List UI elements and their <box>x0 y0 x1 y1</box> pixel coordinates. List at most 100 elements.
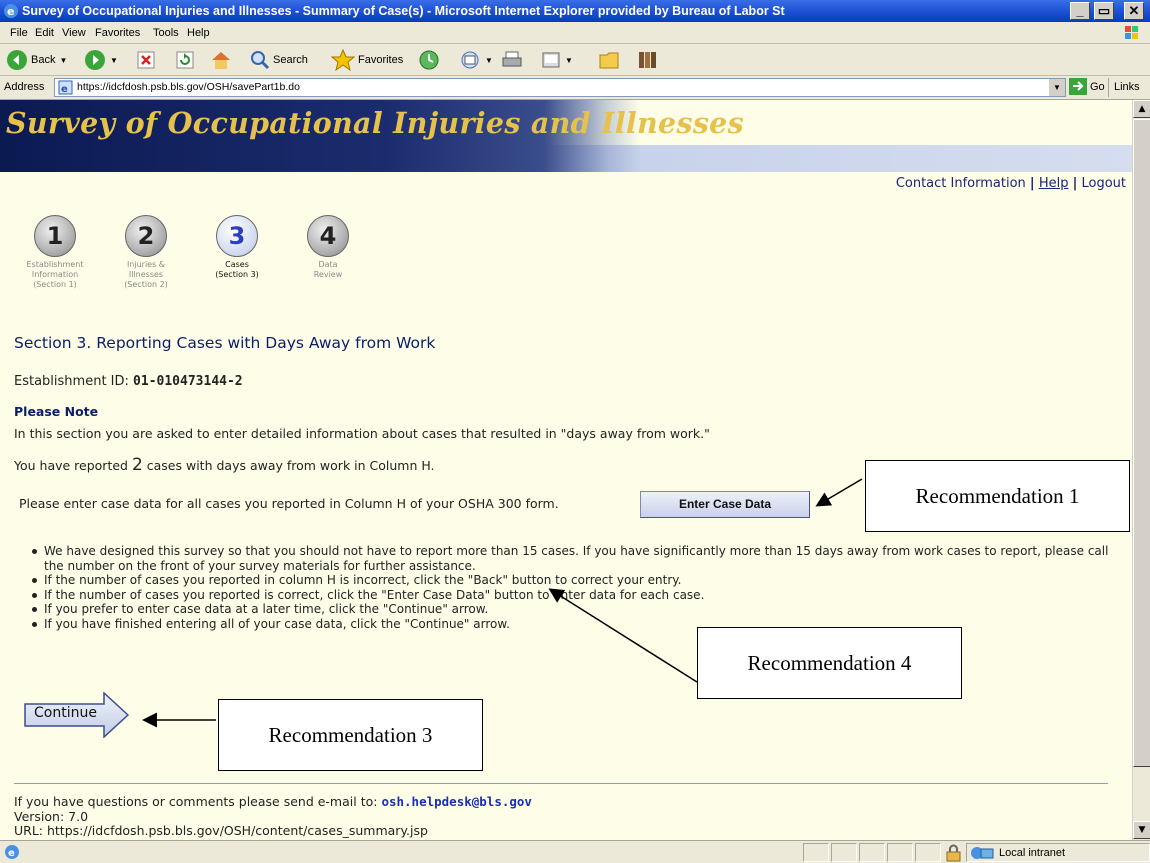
list-item: If the number of cases you reported is c… <box>30 588 1110 603</box>
zone-cell: Local intranet <box>966 843 1150 862</box>
search-button[interactable]: Search <box>250 48 308 72</box>
url-text: URL: https://idcfdosh.psb.bls.gov/OSH/co… <box>14 823 428 838</box>
establishment-id: Establishment ID: 01-010473144-2 <box>14 374 243 389</box>
address-url: https://idcfdosh.psb.bls.gov/OSH/savePar… <box>77 81 300 93</box>
svg-text:e: e <box>61 84 68 95</box>
research-icon <box>639 52 656 68</box>
reported-count: 2 <box>131 455 143 475</box>
status-cell <box>859 843 885 862</box>
helpdesk-email-link[interactable]: osh.helpdesk@bls.gov <box>381 794 532 809</box>
logout-link[interactable]: Logout <box>1081 176 1126 191</box>
enter-case-data-button[interactable]: Enter Case Data <box>640 491 810 518</box>
go-button[interactable]: Go <box>1069 78 1105 95</box>
links-button[interactable]: Links <box>1108 78 1140 97</box>
enter-prompt: Please enter case data for all cases you… <box>19 496 559 511</box>
refresh-button[interactable] <box>176 48 194 72</box>
menu-favorites[interactable]: Favorites <box>95 27 140 39</box>
edit-button[interactable]: ▼ <box>541 48 573 72</box>
step-2[interactable]: 2 Injuries & Illnesses (Section 2) <box>106 215 186 290</box>
windows-flag-icon <box>1125 26 1138 39</box>
reported-cases-text: You have reported 2 cases with days away… <box>14 455 435 475</box>
footer-divider <box>14 783 1108 784</box>
intranet-icon <box>971 846 994 859</box>
ie-icon: e <box>4 4 18 18</box>
step-1[interactable]: 1 Establishment Information (Section 1) <box>15 215 95 290</box>
folder-icon <box>599 52 619 69</box>
edit-icon <box>542 52 560 68</box>
top-links: Contact Information | Help | Logout <box>896 176 1126 191</box>
address-dropdown-button[interactable]: ▼ <box>1048 79 1065 96</box>
contact-line: If you have questions or comments please… <box>14 794 532 809</box>
step-4[interactable]: 4 Data Review <box>288 215 368 280</box>
mail-icon <box>461 51 479 69</box>
stop-icon <box>137 51 155 69</box>
maximize-button[interactable]: ▭ <box>1094 2 1114 20</box>
minimize-button[interactable]: _ <box>1070 2 1090 20</box>
back-arrow-icon <box>7 50 27 70</box>
star-icon <box>331 49 355 71</box>
version-text: Version: 7.0 <box>14 809 89 824</box>
estab-id-value: 01-010473144-2 <box>133 374 243 389</box>
print-button[interactable] <box>501 48 523 72</box>
list-item: We have designed this survey so that you… <box>30 544 1110 573</box>
step-3-label: Cases (Section 3) <box>215 260 259 279</box>
step-3-circle: 3 <box>216 215 258 257</box>
vertical-scrollbar[interactable]: ▲ ▼ <box>1132 100 1150 840</box>
callout-recommendation-4: Recommendation 4 <box>697 627 962 699</box>
callout-recommendation-1: Recommendation 1 <box>865 460 1130 532</box>
home-button[interactable] <box>210 48 232 72</box>
chevron-down-icon: ▼ <box>110 55 118 65</box>
section-heading: Section 3. Reporting Cases with Days Awa… <box>14 334 436 352</box>
scroll-down-button[interactable]: ▼ <box>1133 821 1150 839</box>
research-button[interactable] <box>636 48 658 72</box>
site-banner: Survey of Occupational Injuries and Illn… <box>0 100 1132 172</box>
menu-file[interactable]: File <box>10 27 28 39</box>
step-4-circle: 4 <box>307 215 349 257</box>
svg-text:e: e <box>7 5 14 18</box>
step-1-circle: 1 <box>34 215 76 257</box>
svg-text:e: e <box>8 848 15 859</box>
list-item: If you prefer to enter case data at a la… <box>30 602 1110 617</box>
stop-button[interactable] <box>137 48 155 72</box>
menu-help[interactable]: Help <box>187 27 210 39</box>
lock-icon <box>946 844 961 862</box>
favorites-button[interactable]: Favorites <box>331 48 403 72</box>
step-3[interactable]: 3 Cases (Section 3) <box>197 215 277 280</box>
back-button[interactable]: Back ▼ <box>6 48 67 72</box>
continue-label: Continue <box>34 705 97 721</box>
progress-steps: 1 Establishment Information (Section 1) 2 … <box>0 215 420 325</box>
instructions-list: We have designed this survey so that you… <box>30 544 1110 631</box>
callout-recommendation-3: Recommendation 3 <box>218 699 483 771</box>
menu-view[interactable]: View <box>62 27 86 39</box>
address-label: Address <box>4 81 45 93</box>
status-cell <box>831 843 857 862</box>
status-cell <box>803 843 829 862</box>
discuss-button[interactable] <box>598 48 620 72</box>
menu-tools[interactable]: Tools <box>153 27 179 39</box>
menu-edit[interactable]: Edit <box>35 27 54 39</box>
help-link[interactable]: Help <box>1039 176 1069 191</box>
history-button[interactable] <box>418 48 440 72</box>
scroll-thumb[interactable] <box>1133 119 1150 767</box>
chevron-down-icon: ▼ <box>565 55 573 65</box>
status-cell <box>887 843 913 862</box>
contact-information-link[interactable]: Contact Information <box>896 176 1026 191</box>
scroll-up-button[interactable]: ▲ <box>1133 100 1150 118</box>
mail-button[interactable]: ▼ <box>459 48 493 72</box>
address-input[interactable]: e https://idcfdosh.psb.bls.gov/OSH/saveP… <box>54 78 1066 97</box>
list-item: If the number of cases you reported in c… <box>30 573 1110 588</box>
page-status-icon: e <box>5 845 19 859</box>
toolbar: Back ▼ ▼ Search Favorites ▼ ▼ <box>0 44 1150 76</box>
please-note-heading: Please Note <box>14 404 99 419</box>
forward-button[interactable]: ▼ <box>84 48 118 72</box>
chevron-down-icon: ▼ <box>485 55 493 65</box>
close-button[interactable]: ✕ <box>1124 2 1144 20</box>
home-icon <box>212 52 230 69</box>
continue-button[interactable]: Continue <box>24 691 130 739</box>
step-2-circle: 2 <box>125 215 167 257</box>
forward-arrow-icon <box>85 50 105 70</box>
estab-label: Establishment ID: <box>14 374 129 389</box>
search-icon <box>251 51 270 70</box>
step-2-label: Injuries & Illnesses (Section 2) <box>124 260 168 289</box>
status-cell <box>915 843 941 862</box>
